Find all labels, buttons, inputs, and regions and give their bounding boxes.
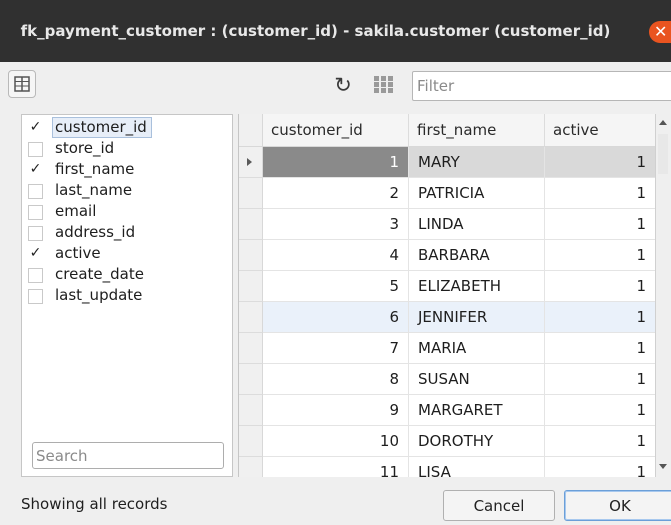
column-item-address-id[interactable]: address_id (22, 222, 232, 243)
table-cell-active[interactable]: 1 (545, 209, 656, 240)
current-row-arrow-icon (247, 158, 252, 166)
column-checkbox[interactable] (28, 268, 43, 283)
column-item-email[interactable]: email (22, 201, 232, 222)
row-header[interactable] (239, 302, 263, 333)
table-cell-active[interactable]: 1 (545, 271, 656, 302)
dialog-window: fk_payment_customer : (customer_id) - sa… (0, 0, 671, 525)
filter-input[interactable] (412, 71, 671, 101)
footer: Showing all records Cancel OK (0, 484, 671, 525)
ok-button[interactable]: OK (564, 490, 671, 521)
table-cell-first-name[interactable]: LINDA (409, 209, 545, 240)
table-cell-first-name[interactable]: SUSAN (409, 364, 545, 395)
window-title: fk_payment_customer : (customer_id) - sa… (20, 22, 611, 40)
table-cell-active[interactable]: 1 (545, 457, 656, 477)
table-corner (239, 114, 263, 147)
table-cell-customer-id[interactable]: 5 (263, 271, 409, 302)
table-cell-active[interactable]: 1 (545, 147, 656, 178)
table-cell-customer-id[interactable]: 3 (263, 209, 409, 240)
table-cell-active[interactable]: 1 (545, 240, 656, 271)
table-cell-customer-id[interactable]: 4 (263, 240, 409, 271)
column-label: active (55, 244, 101, 262)
row-header[interactable] (239, 209, 263, 240)
column-item-customer-id[interactable]: ✓ customer_id (22, 117, 232, 138)
table-cell-customer-id[interactable]: 8 (263, 364, 409, 395)
column-search-input[interactable] (32, 442, 224, 469)
column-label: store_id (55, 139, 115, 157)
row-header[interactable] (239, 147, 263, 178)
column-item-store-id[interactable]: store_id (22, 138, 232, 159)
table-cell-first-name[interactable]: DOROTHY (409, 426, 545, 457)
column-header-customer-id[interactable]: customer_id (263, 114, 409, 147)
column-list: ✓ customer_id store_id ✓ first_name last… (21, 114, 233, 477)
table-cell-first-name[interactable]: PATRICIA (409, 178, 545, 209)
row-header[interactable] (239, 240, 263, 271)
column-checkbox[interactable]: ✓ (28, 120, 43, 136)
title-bar[interactable]: fk_payment_customer : (customer_id) - sa… (0, 0, 671, 62)
column-label: first_name (55, 160, 135, 178)
row-header[interactable] (239, 271, 263, 302)
row-header[interactable] (239, 457, 263, 477)
table-cell-active[interactable]: 1 (545, 364, 656, 395)
row-header[interactable] (239, 395, 263, 426)
table-cell-active[interactable]: 1 (545, 178, 656, 209)
panel-toggle-icon (14, 76, 30, 92)
toolbar: ↻ (0, 62, 671, 108)
column-checkbox[interactable] (28, 205, 43, 220)
table-cell-active[interactable]: 1 (545, 426, 656, 457)
column-label: last_update (55, 286, 143, 304)
scroll-thumb[interactable] (658, 134, 668, 174)
table-cell-customer-id[interactable]: 9 (263, 395, 409, 426)
column-checkbox[interactable] (28, 289, 43, 304)
column-checkbox[interactable]: ✓ (28, 246, 43, 262)
column-item-last-update[interactable]: last_update (22, 285, 232, 306)
column-label: create_date (55, 265, 144, 283)
table-cell-active[interactable]: 1 (545, 395, 656, 426)
scroll-down-icon[interactable] (659, 464, 667, 469)
cancel-button[interactable]: Cancel (443, 490, 555, 521)
column-checkbox[interactable] (28, 226, 43, 241)
column-item-first-name[interactable]: ✓ first_name (22, 159, 232, 180)
table-cell-first-name[interactable]: ELIZABETH (409, 271, 545, 302)
row-header[interactable] (239, 178, 263, 209)
table-cell-first-name[interactable]: JENNIFER (409, 302, 545, 333)
table-cell-customer-id[interactable]: 11 (263, 457, 409, 477)
table-cell-customer-id[interactable]: 1 (263, 147, 409, 178)
table-cell-customer-id[interactable]: 6 (263, 302, 409, 333)
close-button[interactable]: ✕ (649, 21, 671, 43)
scroll-up-icon[interactable] (659, 120, 667, 125)
table-cell-active[interactable]: 1 (545, 302, 656, 333)
column-item-create-date[interactable]: create_date (22, 264, 232, 285)
column-item-active[interactable]: ✓ active (22, 243, 232, 264)
column-checkbox[interactable] (28, 184, 43, 199)
column-label: address_id (55, 223, 136, 241)
refresh-button[interactable]: ↻ (330, 72, 356, 98)
close-icon: ✕ (654, 22, 668, 41)
column-header-active[interactable]: active (545, 114, 656, 147)
column-checkbox[interactable] (28, 142, 43, 157)
table-cell-first-name[interactable]: MARGARET (409, 395, 545, 426)
table-cell-active[interactable]: 1 (545, 333, 656, 364)
row-header[interactable] (239, 426, 263, 457)
table-cell-customer-id[interactable]: 7 (263, 333, 409, 364)
table-cell-customer-id[interactable]: 10 (263, 426, 409, 457)
column-label: last_name (55, 181, 133, 199)
table-cell-first-name[interactable]: LISA (409, 457, 545, 477)
column-checkbox[interactable]: ✓ (28, 162, 43, 178)
vertical-scrollbar[interactable] (655, 114, 671, 477)
table-cell-first-name[interactable]: MARY (409, 147, 545, 178)
panel-toggle-button[interactable] (8, 70, 36, 98)
grid-icon[interactable] (374, 76, 394, 94)
column-header-first-name[interactable]: first_name (409, 114, 545, 147)
data-table: customer_id first_name active 1 MARY 1 2 PAT… (238, 114, 671, 477)
row-header[interactable] (239, 333, 263, 364)
column-label: email (55, 202, 97, 220)
status-text: Showing all records (21, 495, 168, 513)
table-cell-first-name[interactable]: MARIA (409, 333, 545, 364)
table-cell-customer-id[interactable]: 2 (263, 178, 409, 209)
refresh-icon: ↻ (334, 73, 352, 97)
column-item-last-name[interactable]: last_name (22, 180, 232, 201)
row-header[interactable] (239, 364, 263, 395)
column-label: customer_id (52, 117, 152, 138)
table-cell-first-name[interactable]: BARBARA (409, 240, 545, 271)
